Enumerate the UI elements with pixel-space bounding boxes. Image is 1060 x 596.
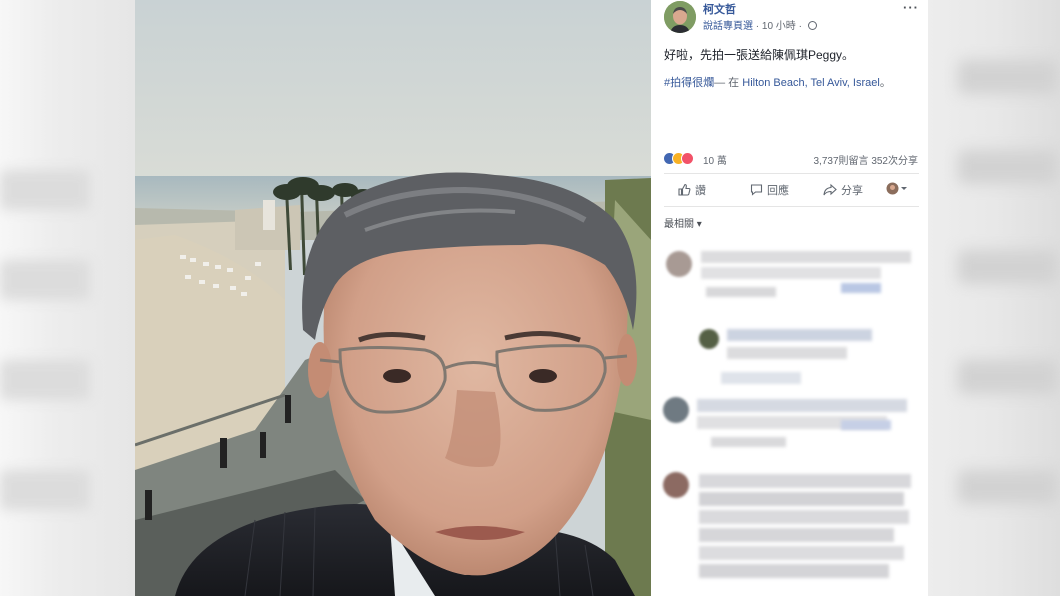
blurred-comment-text (701, 267, 881, 279)
shares-count[interactable]: 352次分享 (871, 156, 918, 167)
blurred-sidebar-item (958, 150, 1058, 184)
post-meta: 說話專頁選 · 10 小時 · (703, 17, 817, 32)
reply-avatar[interactable] (699, 329, 719, 349)
comments-count[interactable]: 3,737則留言 (814, 156, 869, 167)
blurred-comment-actions[interactable] (706, 287, 776, 297)
reactions-count[interactable]: 10 萬 (703, 152, 727, 167)
divider (664, 173, 919, 174)
commenter-avatar[interactable] (663, 472, 689, 498)
comment-item (651, 245, 928, 365)
location-suffix: 。 (879, 77, 891, 89)
blurred-sidebar-item (958, 250, 1058, 284)
post-text: 好啦，先拍一張送給陳佩琪Peggy。 (664, 48, 855, 62)
more-options-icon[interactable]: ··· (903, 0, 919, 15)
blurred-comment-actions[interactable] (711, 437, 786, 447)
location-separator: — 在 (714, 77, 740, 89)
audience-selector[interactable] (886, 182, 912, 196)
blurred-comment-text (697, 399, 907, 412)
comment-icon (750, 184, 763, 196)
hashtag-link[interactable]: #拍得很爛 (664, 77, 714, 89)
post-header: 柯文哲 說話專頁選 · 10 小時 · ··· (664, 0, 919, 34)
audience-icon (886, 182, 907, 195)
globe-icon (807, 21, 817, 30)
comment-button[interactable]: 回應 (750, 182, 789, 198)
share-button[interactable]: 分享 (823, 182, 863, 198)
left-background (0, 0, 135, 596)
blurred-comment-text (699, 510, 909, 524)
post-panel: 柯文哲 說話專頁選 · 10 小時 · ··· 好啦，先拍一張送給陳佩琪Pegg… (651, 0, 928, 596)
post-tagline: #拍得很爛— 在 Hilton Beach, Tel Aviv, Israel。 (664, 74, 891, 90)
blurred-sidebar-item (958, 360, 1058, 394)
blurred-reply-text (727, 347, 847, 359)
blurred-comment-text (699, 564, 889, 578)
blurred-comment-text (699, 492, 904, 506)
comment-label: 回應 (767, 185, 789, 197)
commenter-avatar[interactable] (663, 397, 689, 423)
post-time[interactable]: · 10 小時 · (756, 21, 802, 32)
blurred-more-replies[interactable] (721, 372, 801, 384)
right-background (928, 0, 1060, 596)
comment-item (651, 470, 928, 596)
author-name[interactable]: 柯文哲 (703, 1, 736, 17)
comment-item (651, 395, 928, 465)
comments-sort-dropdown[interactable]: 最相關 ▾ (664, 215, 702, 230)
blurred-sidebar-item (0, 360, 90, 400)
avatar-image (664, 1, 696, 33)
blurred-sidebar-item (958, 470, 1058, 504)
blurred-comment-text (701, 251, 911, 263)
share-icon (823, 183, 837, 196)
page-link[interactable]: 說話專頁選 (703, 21, 753, 32)
author-avatar[interactable] (664, 1, 696, 33)
post-actions: 讚 回應 分享 (664, 178, 919, 202)
share-label: 分享 (841, 185, 863, 197)
blurred-comment-text (699, 546, 904, 560)
love-reaction-icon (681, 152, 694, 165)
blurred-sidebar-item (0, 170, 90, 210)
blurred-comment-text (699, 474, 911, 488)
reactions-bar: 10 萬 3,737則留言 352次分享 (663, 150, 918, 168)
blurred-sidebar-item (0, 260, 90, 300)
blurred-reply-text (727, 329, 872, 341)
blurred-sidebar-item (0, 470, 90, 510)
divider (664, 206, 919, 207)
location-link[interactable]: Hilton Beach, Tel Aviv, Israel (742, 77, 880, 89)
blurred-sidebar-item (958, 60, 1058, 94)
selfie-beach-image (135, 0, 651, 596)
like-button[interactable]: 讚 (678, 182, 706, 198)
blurred-comment-reactions[interactable] (841, 283, 881, 293)
blurred-comment-text (699, 528, 894, 542)
blurred-comment-reactions[interactable] (841, 420, 891, 430)
post-stats: 3,737則留言 352次分享 (814, 152, 919, 167)
like-label: 讚 (695, 185, 706, 197)
post-photo[interactable] (135, 0, 651, 596)
commenter-avatar[interactable] (666, 251, 692, 277)
like-icon (678, 183, 691, 196)
